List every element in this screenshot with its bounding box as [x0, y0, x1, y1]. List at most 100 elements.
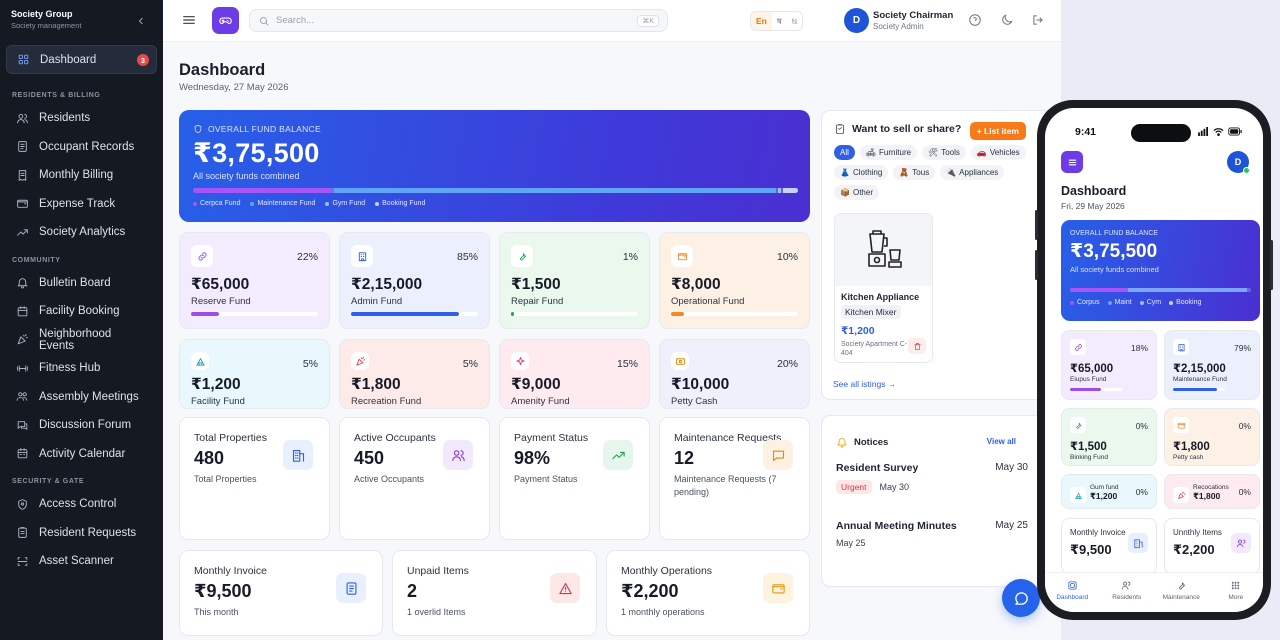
category-chip-other[interactable]: 📦 Other: [834, 185, 879, 200]
trash-icon[interactable]: [908, 338, 926, 354]
phone-fund-progress-fill: [1070, 388, 1102, 391]
view-all-notices-link[interactable]: View all: [987, 437, 1016, 446]
phone-stat-card[interactable]: Unnthly Items ₹2,200: [1164, 518, 1260, 574]
sidebar-item-label: Expense Track: [39, 197, 116, 210]
sidebar-item-monthly-billing[interactable]: Monthly Billing: [6, 161, 157, 190]
notice-item[interactable]: Annual Meeting Minutes May 25 May 25: [836, 520, 1028, 548]
logout-icon[interactable]: [1031, 13, 1045, 27]
fund-name: Facility Fund: [191, 396, 245, 407]
shield-icon: [193, 124, 203, 134]
stat-card[interactable]: Active Occupants 450 Active Occupants: [339, 417, 490, 540]
lang-gujarati[interactable]: ઘ: [787, 12, 803, 30]
fund-card[interactable]: 15% ₹9,000 Amenity Fund: [499, 339, 650, 409]
category-chip-furniture[interactable]: 🛋 Furniture: [859, 145, 918, 160]
sidebar-item-label: Access Control: [39, 498, 117, 511]
forum-icon: [16, 419, 29, 432]
help-icon[interactable]: [968, 13, 982, 27]
sidebar-item-resident-requests[interactable]: Resident Requests: [6, 519, 157, 548]
phone-fund-bar: [1070, 288, 1251, 292]
phone-fund-card[interactable]: 0% ₹1,800 Petty cash: [1164, 408, 1260, 466]
calendar-icon: [16, 305, 29, 318]
fund-card[interactable]: 20% ₹10,000 Petty Cash: [659, 339, 810, 409]
sidebar-item-label: Society Analytics: [39, 226, 126, 239]
notice-subdate: May 30: [879, 482, 910, 492]
category-chip-clothing[interactable]: 👗 Clothing: [834, 165, 889, 180]
phone-fund-percent: 18%: [1130, 343, 1148, 353]
category-icon: 🛋: [865, 148, 877, 157]
phone-tab-residents[interactable]: Residents: [1100, 573, 1155, 612]
phone-fund-card[interactable]: 79% ₹2,15,000 Maintenance Fund: [1164, 330, 1260, 400]
stat-card[interactable]: Total Properties 480 Total Properties: [179, 417, 330, 540]
sidebar-item-bulletin-board[interactable]: Bulletin Board: [6, 269, 157, 298]
category-chip-appliances[interactable]: 🔌 Appliances: [940, 165, 1005, 180]
sidebar-item-society-analytics[interactable]: Society Analytics: [6, 218, 157, 247]
sidebar-item-facility-booking[interactable]: Facility Booking: [6, 297, 157, 326]
category-chip-all[interactable]: All: [834, 145, 855, 160]
sidebar-item-access-control[interactable]: Access Control: [6, 490, 157, 519]
stat-card[interactable]: Payment Status 98% Payment Status: [499, 417, 650, 540]
phone-fund-balance-amount: ₹3,75,500: [1070, 241, 1158, 262]
phone-tab-label: Residents: [1112, 594, 1142, 601]
fund-card[interactable]: 10% ₹8,000 Operational Fund: [659, 232, 810, 329]
sidebar-item-asset-scanner[interactable]: Asset Scanner: [6, 547, 157, 576]
dark-mode-icon[interactable]: [1000, 13, 1014, 27]
phone-tab-maintenance[interactable]: Maintenance: [1154, 573, 1209, 612]
phone-tab-more[interactable]: More: [1209, 573, 1264, 612]
lang-english[interactable]: En: [751, 12, 772, 30]
phone-fund-percent: 0%: [1135, 421, 1148, 431]
gamepad-logo-icon[interactable]: [212, 7, 239, 34]
search-shortcut: ⌘K: [637, 14, 659, 27]
category-chip-vehicles[interactable]: 🚗 Vehicles: [970, 145, 1026, 160]
stat-card[interactable]: Monthly Operations ₹2,200 1 monthly operat…: [606, 550, 810, 636]
phone-menu-icon[interactable]: [1061, 151, 1083, 173]
fund-card[interactable]: 22% ₹65,000 Reserve Fund: [179, 232, 330, 329]
stat-card[interactable]: Monthly Invoice ₹9,500 This month: [179, 550, 383, 636]
sidebar-item-expense-track[interactable]: Expense Track: [6, 190, 157, 219]
sidebar-item-activity-calendar[interactable]: Activity Calendar: [6, 440, 157, 469]
category-chip-tous[interactable]: 🧸 Tous: [893, 165, 936, 180]
user-avatar[interactable]: D: [844, 8, 869, 33]
sidebar-item-discussion-forum[interactable]: Discussion Forum: [6, 411, 157, 440]
phone-fund-card[interactable]: Gum fund ₹1,200 0%: [1061, 474, 1157, 509]
fund-percent: 5%: [462, 358, 478, 370]
phone-fund-card[interactable]: 0% ₹1,500 Binking Fund: [1061, 408, 1157, 466]
phone-fund-card[interactable]: 18% ₹65,000 Eiupus Fund: [1061, 330, 1157, 400]
sidebar-item-assembly-meetings[interactable]: Assembly Meetings: [6, 383, 157, 412]
section-community: COMMUNITY: [12, 256, 61, 264]
phone-fund-percent: 0%: [1238, 487, 1251, 497]
list-item-button[interactable]: + List item: [969, 122, 1026, 140]
stat-card[interactable]: Maintenance Requests 12 Maintenance Reques…: [659, 417, 810, 540]
phone-stat-card[interactable]: Monthly Invoice ₹9,500: [1061, 518, 1157, 574]
notice-item[interactable]: Resident Survey May 30 Urgent May 30: [836, 462, 1028, 494]
sidebar-item-neighborhood-events[interactable]: Neighborhood Events: [6, 326, 157, 355]
sidebar-item-dashboard[interactable]: Dashboard 3: [6, 45, 157, 74]
fund-card[interactable]: 5% ₹1,200 Facility Fund: [179, 339, 330, 409]
product-card[interactable]: Kitchen Appliance Kitchen Mixer ₹1,200 S…: [834, 213, 933, 363]
phone-fund-card[interactable]: Recocations ₹1,800 0%: [1164, 474, 1260, 509]
sidebar-item-residents[interactable]: Residents: [6, 104, 157, 133]
bell-icon: [16, 276, 29, 289]
see-all-listings-link[interactable]: See all istings →: [833, 379, 896, 389]
category-chip-tools[interactable]: 🛠 Tools: [922, 145, 966, 160]
sidebar-item-occupant-records[interactable]: Occupant Records: [6, 133, 157, 162]
search-bar[interactable]: ⌘K: [249, 9, 668, 32]
category-icon: 🧸: [899, 168, 910, 177]
chat-fab-button[interactable]: [1002, 579, 1040, 617]
fund-card[interactable]: 85% ₹2,15,000 Admin Fund: [339, 232, 490, 329]
fund-amount: ₹65,000: [191, 276, 250, 293]
collapse-sidebar-icon[interactable]: [135, 15, 147, 27]
fund-card[interactable]: 5% ₹1,800 Recreation Fund: [339, 339, 490, 409]
sidebar-item-label: Facility Booking: [39, 305, 120, 318]
sidebar-item-label: Neighborhood Events: [39, 327, 112, 352]
stat-card[interactable]: Unpaid Items 2 1 overlid Items: [392, 550, 597, 636]
search-input[interactable]: [276, 15, 632, 26]
fund-card[interactable]: 1% ₹1,500 Repair Fund: [499, 232, 650, 329]
phone-avatar[interactable]: D: [1227, 151, 1250, 174]
sidebar-item-fitness-hub[interactable]: Fitness Hub: [6, 354, 157, 383]
hamburger-menu-icon[interactable]: [181, 12, 197, 28]
lang-hindi[interactable]: ष: [772, 12, 787, 30]
fund-amount: ₹9,000: [511, 376, 561, 393]
phone-tab-dashboard[interactable]: Dashboard: [1045, 573, 1100, 612]
user-role: Society Admin: [873, 22, 924, 31]
fund-icon: [1173, 487, 1189, 503]
